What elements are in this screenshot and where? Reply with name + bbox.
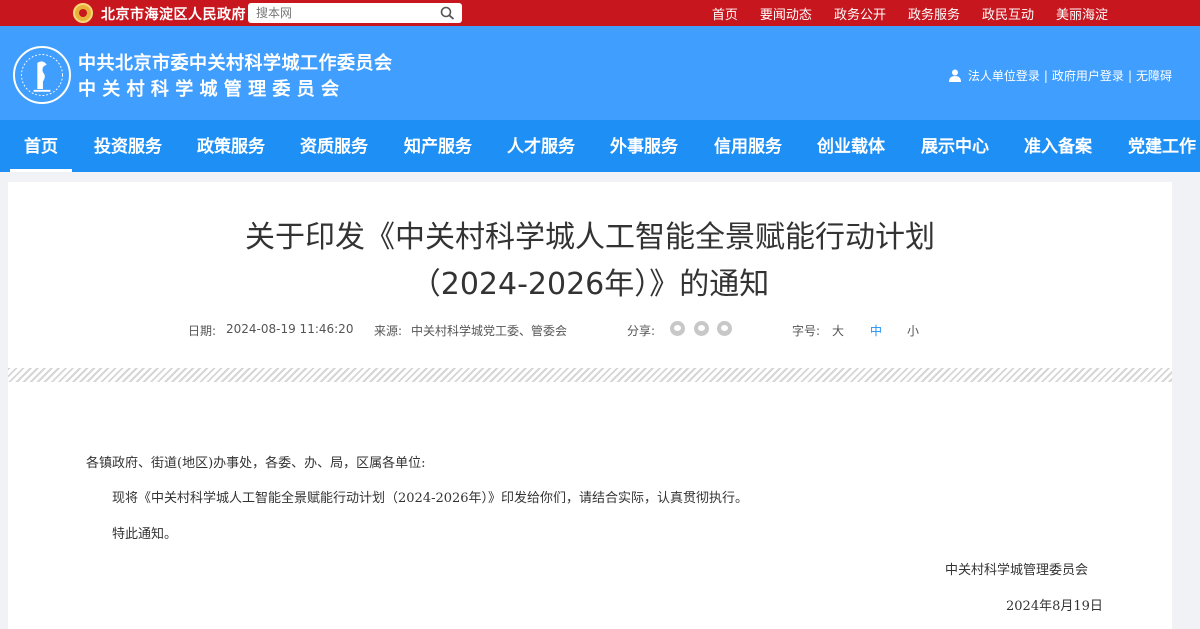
font-size-medium[interactable]: 中 <box>870 322 882 339</box>
nav-item-foreign-affairs[interactable]: 外事服务 <box>610 120 678 172</box>
legal-login-link[interactable]: 法人单位登录 <box>968 67 1040 84</box>
main-nav: 首页 投资服务 政策服务 资质服务 知产服务 人才服务 外事服务 信用服务 创业… <box>0 120 1200 172</box>
nav-item-exhibition[interactable]: 展示中心 <box>921 120 989 172</box>
nav-item-policy[interactable]: 政策服务 <box>197 120 265 172</box>
separator: | <box>1043 68 1048 83</box>
wechat-icon[interactable] <box>670 321 685 336</box>
top-bar: 北京市海淀区人民政府 首页 要闻动态 政务公开 政务服务 政民互动 美丽海淀 <box>0 0 1200 26</box>
closing-line: 特此通知。 <box>112 527 178 542</box>
accessibility-link[interactable]: 无障碍 <box>1136 67 1172 84</box>
source-value: 中关村科学城党工委、管委会 <box>411 324 568 338</box>
header-title-line1: 中共北京市委中关村科学城工作委员会 <box>78 53 393 74</box>
favorite-icon[interactable] <box>717 321 732 336</box>
top-link-home[interactable]: 首页 <box>712 4 738 23</box>
signature: 中关村科学城管理委员会 <box>945 563 1089 578</box>
divider <box>8 368 1172 382</box>
nav-item-home[interactable]: 首页 <box>10 120 72 172</box>
search-input[interactable] <box>248 3 438 23</box>
user-icon <box>948 69 961 82</box>
salutation: 各镇政府、街道(地区)办事处，各委、办、局，区属各单位: <box>86 456 426 471</box>
font-size-large[interactable]: 大 <box>832 322 844 339</box>
logo-emblem-icon[interactable] <box>13 46 71 104</box>
nav-item-party[interactable]: 党建工作 <box>1128 120 1196 172</box>
header-title-line2: 中关村科学城管理委员会 <box>78 79 346 100</box>
font-size-label: 字号: <box>792 324 821 338</box>
weibo-icon[interactable] <box>694 321 709 336</box>
article-card: 关于印发《中关村科学城人工智能全景赋能行动计划 （2024-2026年）》的通知… <box>8 182 1172 629</box>
sign-date: 2024年8月19日 <box>1006 599 1103 614</box>
font-size-small[interactable]: 小 <box>907 322 919 339</box>
login-area: 法人单位登录 | 政府用户登录 | 无障碍 <box>948 67 1172 84</box>
nav-item-qualification[interactable]: 资质服务 <box>300 120 368 172</box>
publish-date: 2024-08-19 11:46:20 <box>226 322 354 336</box>
nav-item-startup[interactable]: 创业载体 <box>817 120 885 172</box>
search-box <box>248 3 462 23</box>
body-paragraph: 现将《中关村科学城人工智能全景赋能行动计划（2024-2026年）》印发给你们，… <box>112 491 749 506</box>
article-title-line1: 关于印发《中关村科学城人工智能全景赋能行动计划 <box>245 220 935 255</box>
nav-item-talent[interactable]: 人才服务 <box>507 120 575 172</box>
nav-item-ip[interactable]: 知产服务 <box>404 120 472 172</box>
top-link-news[interactable]: 要闻动态 <box>760 4 812 23</box>
top-link-gov-services[interactable]: 政务服务 <box>908 4 960 23</box>
national-emblem-icon <box>73 3 93 23</box>
site-header: 中共北京市委中关村科学城工作委员会 中关村科学城管理委员会 法人单位登录 | 政… <box>0 26 1200 120</box>
top-nav: 首页 要闻动态 政务公开 政务服务 政民互动 美丽海淀 <box>690 4 1108 23</box>
date-label: 日期: <box>188 324 217 338</box>
article-title-line2: （2024-2026年）》的通知 <box>410 267 770 302</box>
top-link-beautiful-haidian[interactable]: 美丽海淀 <box>1056 4 1108 23</box>
gov-name[interactable]: 北京市海淀区人民政府 <box>101 4 246 24</box>
separator: | <box>1127 68 1132 83</box>
search-icon[interactable] <box>440 6 456 20</box>
share-label: 分享: <box>627 324 656 338</box>
gov-login-link[interactable]: 政府用户登录 <box>1052 67 1124 84</box>
nav-item-credit[interactable]: 信用服务 <box>714 120 782 172</box>
top-link-gov-affairs[interactable]: 政务公开 <box>834 4 886 23</box>
nav-item-investment[interactable]: 投资服务 <box>94 120 162 172</box>
source-label: 来源: <box>374 324 403 338</box>
top-link-interaction[interactable]: 政民互动 <box>982 4 1034 23</box>
nav-item-filing[interactable]: 准入备案 <box>1024 120 1092 172</box>
